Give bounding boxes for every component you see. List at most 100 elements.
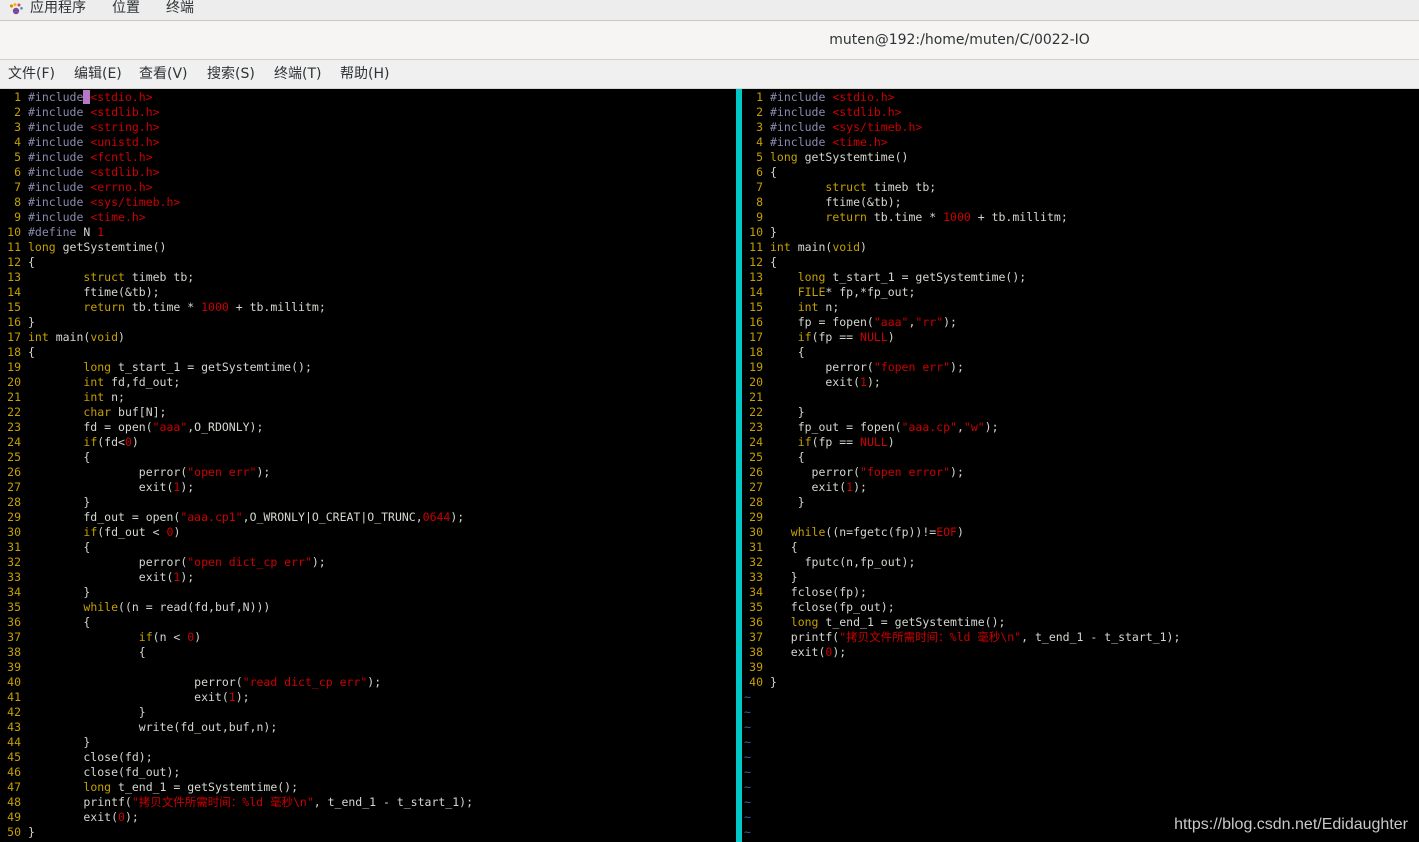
left-line[interactable]: 20 int fd,fd_out; <box>0 375 180 390</box>
right-line[interactable]: 21 <box>742 390 770 405</box>
applications-menu-icon[interactable] <box>8 0 23 15</box>
left-line[interactable]: 35 while((n = read(fd,buf,N))) <box>0 600 270 615</box>
right-line[interactable]: 8 ftime(&tb); <box>742 195 902 210</box>
right-line[interactable]: 9 return tb.time * 1000 + tb.millitm; <box>742 210 1068 225</box>
left-line[interactable]: 23 fd = open("aaa",O_RDONLY); <box>0 420 263 435</box>
left-line[interactable]: 24 if(fd<0) <box>0 435 139 450</box>
right-line[interactable]: 32 fputc(n,fp_out); <box>742 555 915 570</box>
right-line[interactable]: 11 int main(void) <box>742 240 867 255</box>
right-line[interactable]: 12 { <box>742 255 777 270</box>
left-line[interactable]: 2 #include <stdlib.h> <box>0 105 160 120</box>
left-line[interactable]: 14 ftime(&tb); <box>0 285 159 300</box>
left-line[interactable]: 27 exit(1); <box>0 480 194 495</box>
left-line[interactable]: 28 } <box>0 495 90 510</box>
right-line[interactable]: 3 #include <sys/timeb.h> <box>742 120 922 135</box>
left-line[interactable]: 50} <box>0 825 35 840</box>
menu-file[interactable]: 文件(F) <box>8 60 55 88</box>
left-line[interactable]: 29 fd_out = open("aaa.cp1",O_WRONLY|O_CR… <box>0 510 464 525</box>
right-line[interactable]: 27 exit(1); <box>742 480 867 495</box>
right-line[interactable]: 37 printf("拷贝文件所需时间：%ld 毫秒\n", t_end_1 -… <box>742 630 1180 645</box>
left-line[interactable]: 3 #include <string.h> <box>0 120 160 135</box>
right-line[interactable]: 40} <box>742 675 777 690</box>
right-line[interactable]: 35 fclose(fp_out); <box>742 600 894 615</box>
right-line[interactable]: 19 perror("fopen err"); <box>742 360 964 375</box>
menu-search[interactable]: 搜索(S) <box>207 60 255 88</box>
left-line[interactable]: 7 #include <errno.h> <box>0 180 153 195</box>
left-line[interactable]: 38 { <box>0 645 146 660</box>
left-line[interactable]: 40 perror("read dict_cp err"); <box>0 675 381 690</box>
left-line[interactable]: 45 close(fd); <box>0 750 152 765</box>
menu-help[interactable]: 帮助(H) <box>340 60 389 88</box>
right-line[interactable]: 36 long t_end_1 = getSystemtime(); <box>742 615 1005 630</box>
left-line[interactable]: 5 #include <fcntl.h> <box>0 150 153 165</box>
left-line[interactable]: 17 int main(void) <box>0 330 125 345</box>
left-line[interactable]: 11 long getSystemtime() <box>0 240 166 255</box>
left-line[interactable]: 46 close(fd_out); <box>0 765 180 780</box>
menu-edit[interactable]: 编辑(E) <box>74 60 122 88</box>
left-line[interactable]: 16} <box>0 315 35 330</box>
left-line[interactable]: 15 return tb.time * 1000 + tb.millitm; <box>0 300 326 315</box>
left-line[interactable]: 43 write(fd_out,buf,n); <box>0 720 277 735</box>
left-line[interactable]: 8 #include <sys/timeb.h> <box>0 195 180 210</box>
right-line[interactable]: 22 } <box>742 405 804 420</box>
left-line[interactable]: 42 } <box>0 705 146 720</box>
right-line[interactable]: 38 exit(0); <box>742 645 846 660</box>
right-line[interactable]: 39 <box>742 660 770 675</box>
right-line[interactable]: 2 #include <stdlib.h> <box>742 105 902 120</box>
right-line[interactable]: 7 struct timeb tb; <box>742 180 936 195</box>
right-line[interactable]: 33 } <box>742 570 798 585</box>
left-line[interactable]: 34 } <box>0 585 90 600</box>
right-line[interactable]: 20 exit(1); <box>742 375 881 390</box>
topbar-places[interactable]: 位置 <box>112 0 140 18</box>
left-line[interactable]: 47 long t_end_1 = getSystemtime(); <box>0 780 298 795</box>
right-line[interactable]: 28 } <box>742 495 804 510</box>
topbar-applications[interactable]: 应用程序 <box>30 0 86 18</box>
right-line[interactable]: 4 #include <time.h> <box>742 135 888 150</box>
right-line[interactable]: 6{ <box>742 165 777 180</box>
right-line[interactable]: 15 int n; <box>742 300 839 315</box>
window-titlebar[interactable]: muten@192:/home/muten/C/0022-IO <box>0 21 1419 60</box>
right-line[interactable]: 16 fp = fopen("aaa","rr"); <box>742 315 957 330</box>
left-line[interactable]: 36 { <box>0 615 90 630</box>
right-line[interactable]: 29 <box>742 510 770 525</box>
right-line[interactable]: 18 { <box>742 345 804 360</box>
right-line[interactable]: 30 while((n=fgetc(fp))!=EOF) <box>742 525 964 540</box>
left-line[interactable]: 22 char buf[N]; <box>0 405 166 420</box>
left-line[interactable]: 26 perror("open err"); <box>0 465 270 480</box>
right-line[interactable]: 13 long t_start_1 = getSystemtime(); <box>742 270 1026 285</box>
right-line[interactable]: 25 { <box>742 450 804 465</box>
left-line[interactable]: 48 printf("拷贝文件所需时间：%ld 毫秒\n", t_end_1 -… <box>0 795 473 810</box>
menu-view[interactable]: 查看(V) <box>139 60 188 88</box>
left-line[interactable]: 32 perror("open dict_cp err"); <box>0 555 326 570</box>
topbar-terminal[interactable]: 终端 <box>166 0 194 18</box>
left-line[interactable]: 1 #include <stdio.h> <box>0 90 153 105</box>
right-line[interactable]: 24 if(fp == NULL) <box>742 435 895 450</box>
left-line[interactable]: 44 } <box>0 735 90 750</box>
left-line[interactable]: 37 if(n < 0) <box>0 630 201 645</box>
right-line[interactable]: 31 { <box>742 540 798 555</box>
left-line[interactable]: 18 { <box>0 345 35 360</box>
right-line[interactable]: 14 FILE* fp,*fp_out; <box>742 285 915 300</box>
left-line[interactable]: 39 <box>0 660 28 675</box>
left-line[interactable]: 6 #include <stdlib.h> <box>0 165 160 180</box>
right-line[interactable]: 1 #include <stdio.h> <box>742 90 895 105</box>
left-editor-pane[interactable]: 1 #include <stdio.h> 2 #include <stdlib.h> 3… <box>0 89 736 842</box>
left-line[interactable]: 12 { <box>0 255 35 270</box>
right-line[interactable]: 23 fp_out = fopen("aaa.cp","w"); <box>742 420 998 435</box>
left-line[interactable]: 19 long t_start_1 = getSystemtime(); <box>0 360 312 375</box>
left-line[interactable]: 21 int n; <box>0 390 125 405</box>
right-line[interactable]: 5 long getSystemtime() <box>742 150 908 165</box>
right-line[interactable]: 34 fclose(fp); <box>742 585 867 600</box>
left-line[interactable]: 9 #include <time.h> <box>0 210 146 225</box>
menu-terminal[interactable]: 终端(T) <box>274 60 321 88</box>
left-line[interactable]: 25 { <box>0 450 90 465</box>
left-line[interactable]: 13 struct timeb tb; <box>0 270 194 285</box>
left-line[interactable]: 49 exit(0); <box>0 810 139 825</box>
right-line[interactable]: 10} <box>742 225 777 240</box>
left-line[interactable]: 33 exit(1); <box>0 570 194 585</box>
right-line[interactable]: 26 perror("fopen error"); <box>742 465 964 480</box>
terminal-area[interactable]: 1 #include <stdio.h> 2 #include <stdlib.h> 3… <box>0 89 1419 842</box>
left-line[interactable]: 31 { <box>0 540 90 555</box>
left-line[interactable]: 10 #define N 1 <box>0 225 104 240</box>
left-line[interactable]: 4 #include <unistd.h> <box>0 135 160 150</box>
